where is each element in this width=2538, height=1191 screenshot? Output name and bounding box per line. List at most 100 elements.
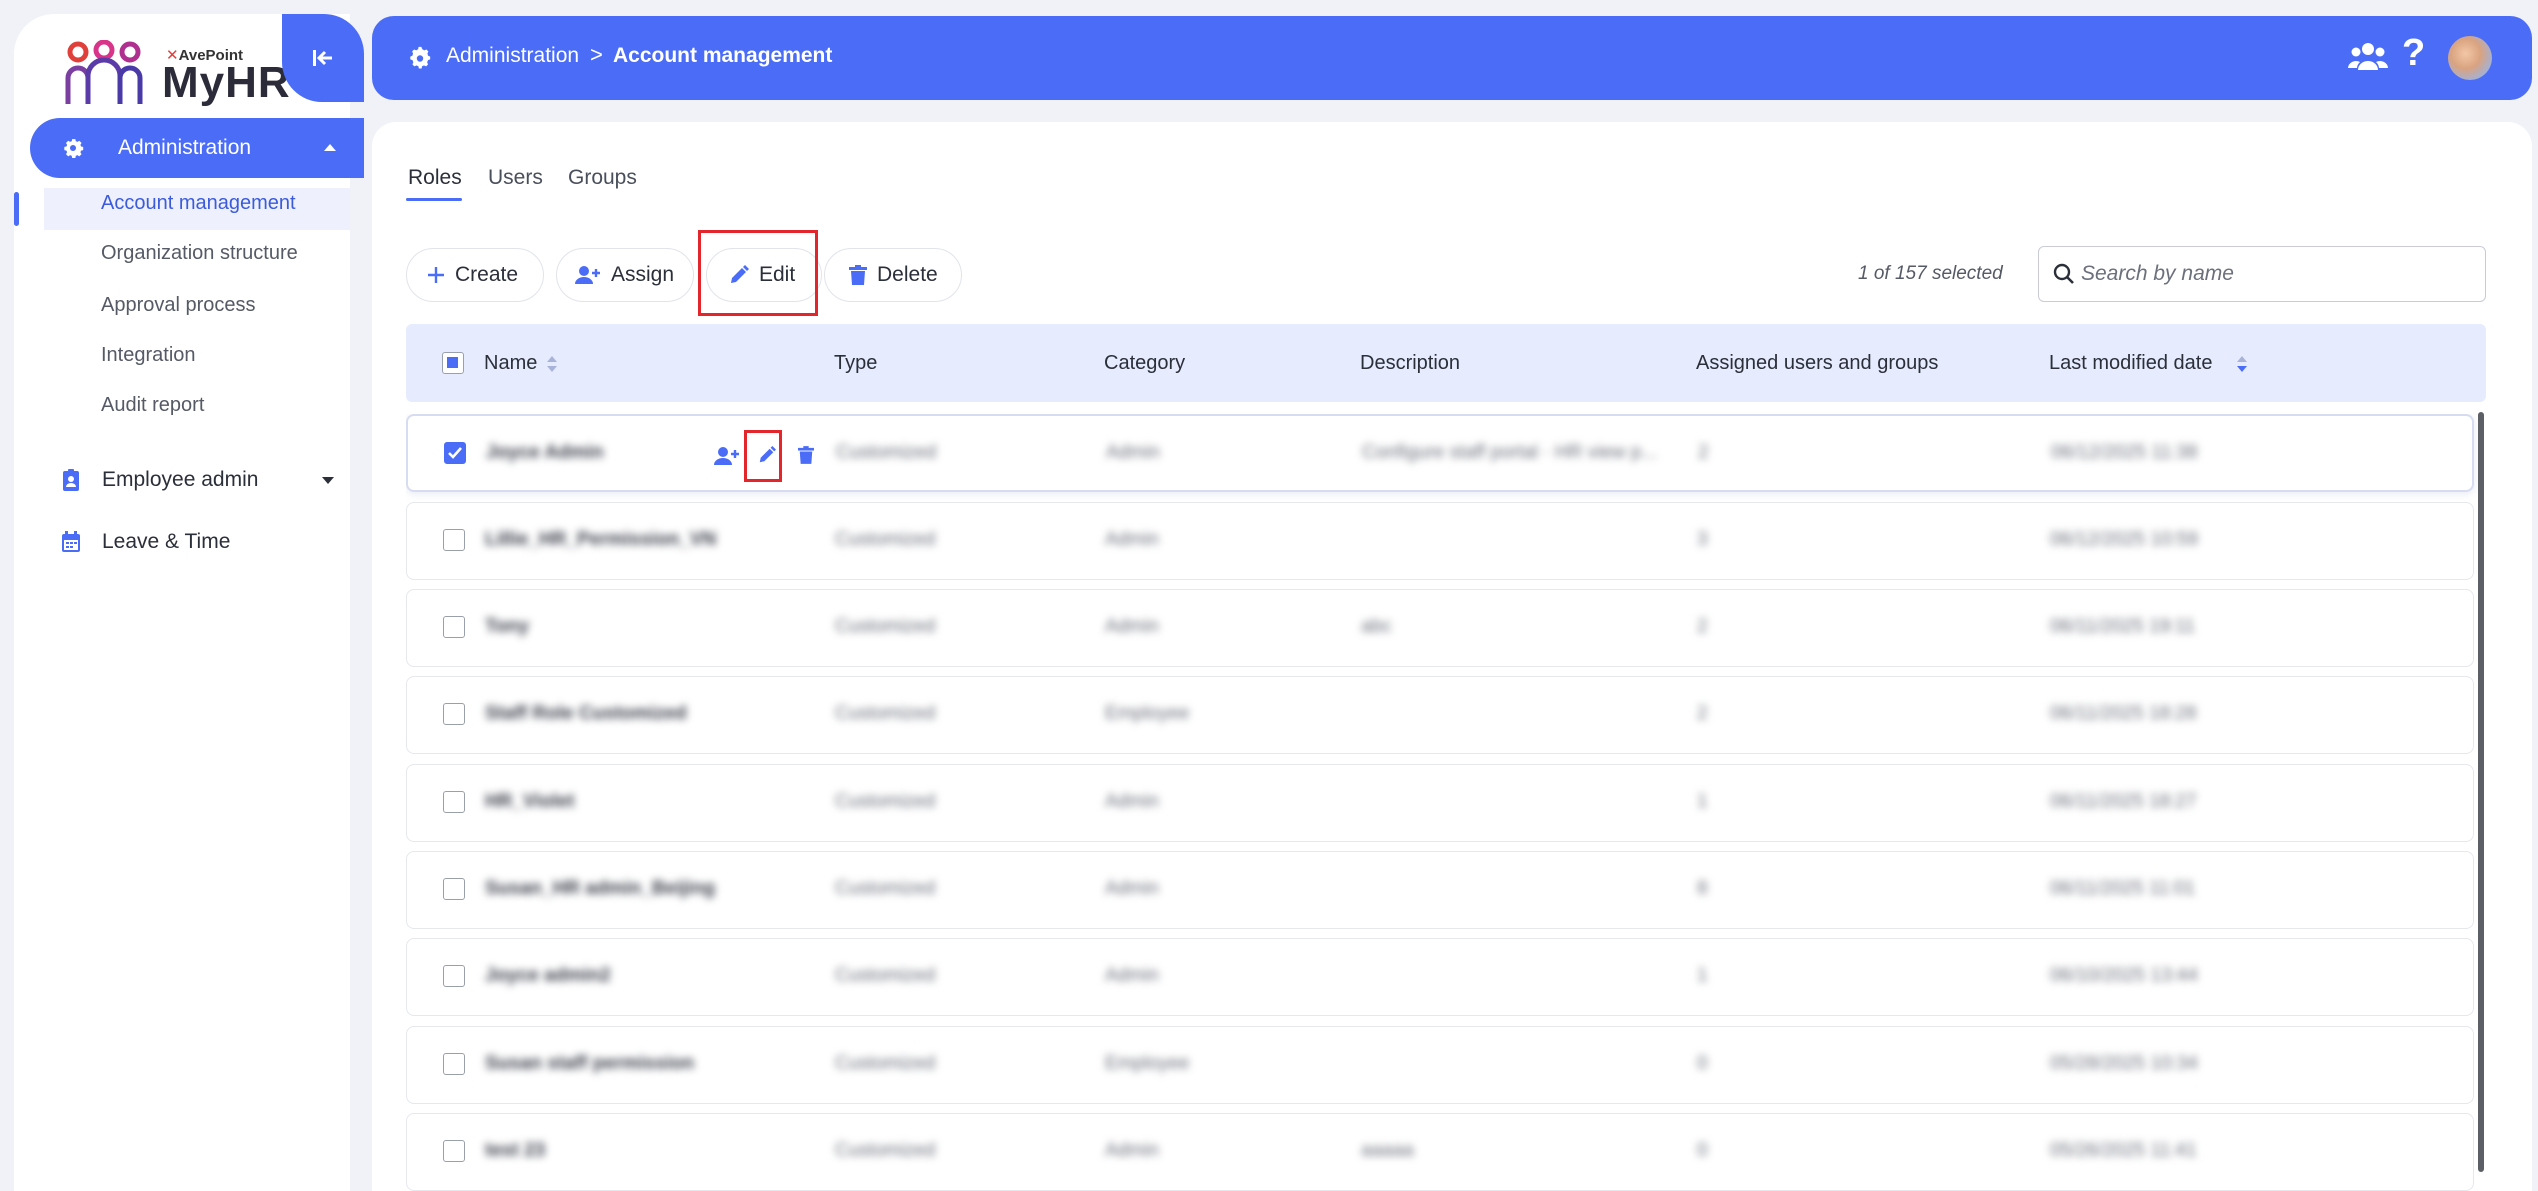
table-body: Joyce Admin Customized Admin Configure s… — [406, 414, 2480, 1191]
row-actions — [700, 430, 820, 482]
breadcrumb-separator: > — [590, 42, 603, 67]
top-header: Administration > Account management ? — [372, 16, 2532, 100]
myhr-logo-icon — [65, 40, 143, 104]
check-icon — [448, 447, 462, 459]
cell-category: Admin — [1105, 616, 1159, 637]
sidebar: ✕AvePoint MyHR Administration Account ma… — [14, 14, 364, 1191]
collapse-icon — [313, 50, 332, 66]
table-row[interactable]: Susan_HR admin_Beijing Customized Admin … — [406, 851, 2474, 929]
table-row[interactable]: Staff Role Customized Customized Employe… — [406, 676, 2474, 754]
collapse-sidebar-button[interactable] — [282, 14, 364, 102]
highlight-box-edit — [698, 230, 818, 316]
cell-name: Susan_HR admin_Beijing — [485, 878, 716, 899]
sidebar-item-integration[interactable]: Integration — [101, 344, 196, 367]
tab-groups[interactable]: Groups — [568, 166, 637, 190]
people-icon[interactable] — [2348, 40, 2388, 74]
table-row[interactable]: Joyce admin2 Customized Admin 1 06/10/20… — [406, 938, 2474, 1016]
row-checkbox[interactable] — [443, 616, 465, 638]
breadcrumb-administration[interactable]: Administration — [446, 44, 579, 68]
gear-icon — [410, 46, 431, 69]
table-scrollbar[interactable] — [2478, 412, 2484, 1172]
row-checkbox[interactable] — [443, 529, 465, 551]
sidebar-item-administration[interactable]: Administration — [30, 118, 364, 178]
sidebar-item-leave-time[interactable]: Leave & Time — [44, 520, 350, 564]
help-icon[interactable]: ? — [2402, 32, 2425, 75]
cell-assigned: 1 — [1697, 965, 1708, 986]
table-row[interactable]: Susan staff permission Customized Employ… — [406, 1026, 2474, 1104]
chevron-down-icon — [322, 477, 334, 484]
cell-assigned: 2 — [1697, 703, 1708, 724]
id-badge-icon — [63, 469, 79, 491]
cell-modified: 06/11/2025 18:28 — [2050, 703, 2197, 724]
cell-type: Customized — [835, 1053, 936, 1074]
cell-modified: 06/11/2025 18:27 — [2050, 791, 2197, 812]
row-checkbox[interactable] — [443, 965, 465, 987]
table-row[interactable]: Joyce Admin Customized Admin Configure s… — [406, 414, 2474, 492]
search-box[interactable] — [2038, 246, 2486, 302]
create-button[interactable]: Create — [406, 248, 544, 302]
cell-description: abc — [1361, 616, 1392, 637]
row-checkbox[interactable] — [443, 791, 465, 813]
cell-name: Susan staff permission — [485, 1053, 695, 1074]
cell-modified: 05/28/2025 10:34 — [2050, 1053, 2198, 1074]
sidebar-item-approval-process[interactable]: Approval process — [101, 294, 256, 317]
row-checkbox[interactable] — [443, 878, 465, 900]
highlight-box-row-edit — [744, 430, 782, 482]
row-checkbox[interactable] — [444, 442, 466, 464]
add-user-icon — [575, 266, 600, 284]
column-header-last-modified[interactable]: Last modified date — [2049, 352, 2212, 375]
row-checkbox[interactable] — [443, 703, 465, 725]
avatar[interactable] — [2448, 36, 2492, 80]
cell-description: aaaaa — [1361, 1140, 1414, 1161]
table-row[interactable]: Lillie_HR_Permission_VN Customized Admin… — [406, 502, 2474, 580]
search-icon — [2053, 263, 2074, 284]
tab-users[interactable]: Users — [488, 166, 543, 190]
active-tab-indicator — [406, 198, 462, 201]
cell-name: test 23 — [485, 1140, 546, 1161]
tab-roles[interactable]: Roles — [408, 166, 462, 190]
assign-user-icon[interactable] — [714, 446, 740, 466]
cell-category: Admin — [1105, 791, 1159, 812]
column-header-name[interactable]: Name — [484, 352, 537, 375]
table-row[interactable]: Tony Customized Admin abc 2 06/11/2025 1… — [406, 589, 2474, 667]
cell-assigned: 0 — [1697, 1053, 1708, 1074]
cell-modified: 05/26/2025 11:41 — [2050, 1140, 2197, 1161]
cell-description: Configure staff portal · HR view p... — [1362, 442, 1658, 463]
sidebar-item-label: Employee admin — [102, 468, 259, 491]
sidebar-item-employee-admin[interactable]: Employee admin — [44, 458, 350, 502]
column-header-type: Type — [834, 352, 878, 374]
search-input[interactable] — [2081, 255, 2471, 293]
cell-assigned: 1 — [1697, 791, 1708, 812]
table-row[interactable]: test 23 Customized Admin aaaaa 0 05/26/2… — [406, 1113, 2474, 1191]
cell-name: Joyce Admin — [486, 442, 604, 463]
sort-icon[interactable] — [546, 354, 558, 374]
cell-type: Customized — [835, 616, 936, 637]
cell-type: Customized — [835, 1140, 936, 1161]
select-all-checkbox[interactable] — [442, 352, 464, 374]
cell-assigned: 2 — [1697, 616, 1708, 637]
logo: ✕AvePoint MyHR — [58, 26, 291, 116]
cell-name: Staff Role Customized — [485, 703, 687, 724]
sidebar-item-organization-structure[interactable]: Organization structure — [101, 242, 298, 265]
cell-category: Admin — [1105, 529, 1159, 550]
table-header: Name Type Category Description Assigned … — [406, 324, 2486, 402]
row-checkbox[interactable] — [443, 1053, 465, 1075]
cell-name: Tony — [485, 616, 529, 637]
sidebar-item-audit-report[interactable]: Audit report — [101, 394, 204, 417]
cell-type: Customized — [835, 965, 936, 986]
cell-category: Admin — [1105, 1140, 1159, 1161]
product-name: MyHR — [162, 58, 291, 107]
cell-assigned: 3 — [1697, 529, 1708, 550]
row-checkbox[interactable] — [443, 1140, 465, 1162]
sidebar-item-account-management[interactable]: Account management — [101, 192, 296, 215]
delete-button[interactable]: Delete — [824, 248, 962, 302]
cell-assigned: 2 — [1698, 442, 1709, 463]
table-row[interactable]: HR_Violet Customized Admin 1 06/11/2025 … — [406, 764, 2474, 842]
cell-assigned: 8 — [1697, 878, 1708, 899]
cell-modified: 06/10/2025 13:44 — [2050, 965, 2198, 986]
trash-icon — [849, 265, 867, 285]
sort-desc-icon[interactable] — [2236, 354, 2248, 374]
cell-modified: 06/11/2025 11:01 — [2050, 878, 2196, 899]
trash-icon[interactable] — [798, 446, 814, 464]
assign-button[interactable]: Assign — [556, 248, 694, 302]
